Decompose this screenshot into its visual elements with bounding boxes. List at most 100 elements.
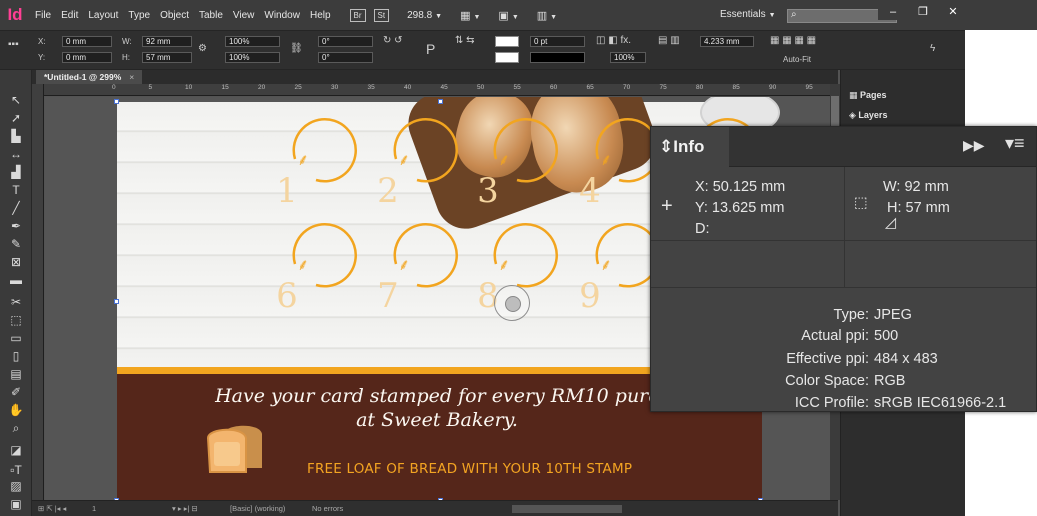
lightning-icon[interactable]: ϟ bbox=[930, 43, 935, 54]
type-label: Type: bbox=[833, 307, 869, 323]
info-d: D: bbox=[695, 221, 710, 237]
bridge-button[interactable]: Br bbox=[349, 8, 366, 22]
constrain-proportions-icon[interactable]: ⚙ bbox=[198, 43, 207, 54]
rotate-icon[interactable]: ↻ ↺ bbox=[383, 35, 403, 46]
menu-type[interactable]: Type bbox=[123, 10, 155, 21]
stroke-weight-field[interactable]: 0 pt bbox=[530, 36, 585, 47]
scale-y-field[interactable]: 100% bbox=[225, 52, 280, 63]
scale-x-field[interactable]: 100% bbox=[225, 36, 280, 47]
type-tool-icon[interactable]: T bbox=[6, 182, 26, 198]
ruler-number: 90 bbox=[769, 84, 777, 91]
paragraph-icon[interactable]: P bbox=[426, 41, 435, 57]
reference-point-icon[interactable]: ▪▪▪ bbox=[8, 39, 19, 50]
auto-fit-label[interactable]: Auto-Fit bbox=[783, 55, 811, 64]
menu-edit[interactable]: Edit bbox=[56, 10, 83, 21]
view-options-icon[interactable]: ▦ ▼ bbox=[460, 9, 480, 22]
gap-field[interactable]: 4.233 mm bbox=[700, 36, 754, 47]
menu-layout[interactable]: Layout bbox=[83, 10, 123, 21]
distribute-icon[interactable]: ▦ ▦ ▦ ▦ bbox=[770, 35, 816, 46]
selection-tool-icon[interactable]: ↖ bbox=[6, 92, 26, 108]
gradient-swatch-tool-icon[interactable]: ▭ bbox=[6, 330, 26, 346]
arrange-documents-icon[interactable]: ▥ ▼ bbox=[537, 9, 557, 22]
horizontal-scrollbar[interactable] bbox=[512, 505, 622, 513]
chevron-down-icon: ▼ bbox=[435, 12, 443, 20]
preflight-status[interactable]: No errors bbox=[312, 504, 343, 513]
minimize-button[interactable]: – bbox=[878, 4, 908, 20]
menu-view[interactable]: View bbox=[228, 10, 260, 21]
gap-tool-icon[interactable]: ↔ bbox=[6, 146, 26, 162]
actual-ppi-label: Actual ppi: bbox=[801, 328, 869, 344]
info-divider bbox=[651, 240, 1036, 241]
document-tab[interactable]: *Untitled-1 @ 299% × bbox=[36, 70, 143, 84]
scissors-tool-icon[interactable]: ✂ bbox=[6, 294, 26, 310]
wheat-icon: ⸙ bbox=[600, 150, 612, 169]
zoom-level[interactable]: 298.8 ▼ bbox=[407, 10, 442, 21]
direct-selection-tool-icon[interactable]: ➚ bbox=[6, 110, 26, 126]
expand-panel-icon[interactable]: ▶▶ bbox=[963, 137, 985, 154]
horizontal-ruler[interactable]: 0510152025303540455055606570758085909510… bbox=[44, 84, 830, 96]
effects-icon[interactable]: ◫ ◧ fx. bbox=[596, 35, 631, 46]
w-field[interactable]: 92 mm bbox=[142, 36, 192, 47]
info-panel-header: ⇕Info ▶▶ ▾≡ bbox=[651, 127, 1036, 167]
content-collector-icon[interactable]: ▟ bbox=[6, 164, 26, 180]
stroke-type-select[interactable] bbox=[530, 52, 585, 63]
apply-none-icon[interactable]: ▨ bbox=[6, 478, 26, 494]
stroke-swatch[interactable] bbox=[495, 52, 519, 63]
close-tab-icon[interactable]: × bbox=[129, 72, 134, 82]
menu-object[interactable]: Object bbox=[155, 10, 194, 21]
selection-handle[interactable] bbox=[114, 99, 119, 104]
pencil-tool-icon[interactable]: ✎ bbox=[6, 236, 26, 252]
content-grabber-icon[interactable] bbox=[494, 285, 530, 321]
shear-field[interactable]: 0° bbox=[318, 52, 373, 63]
page-tool-icon[interactable]: ▙ bbox=[6, 128, 26, 144]
info-tab[interactable]: ⇕Info bbox=[651, 127, 729, 167]
close-button[interactable]: ✕ bbox=[938, 4, 968, 20]
gradient-feather-tool-icon[interactable]: ▯ bbox=[6, 348, 26, 364]
link-icon[interactable]: ⛓ bbox=[290, 43, 303, 54]
stock-button[interactable]: St bbox=[373, 8, 390, 22]
info-x: X: 50.125 mm bbox=[695, 179, 786, 195]
menu-help[interactable]: Help bbox=[305, 10, 336, 21]
menu-window[interactable]: Window bbox=[259, 10, 305, 21]
wheat-icon: ⸙ bbox=[498, 150, 510, 169]
fill-swatch[interactable] bbox=[495, 36, 519, 47]
selection-handle[interactable] bbox=[114, 299, 119, 304]
screen-mode-icon[interactable]: ▣ ▼ bbox=[498, 9, 518, 22]
free-transform-tool-icon[interactable]: ⬚ bbox=[6, 312, 26, 328]
selection-handle[interactable] bbox=[438, 99, 443, 104]
rectangle-tool-icon[interactable]: ▬ bbox=[6, 272, 26, 288]
rotate-field[interactable]: 0° bbox=[318, 36, 373, 47]
y-field[interactable]: 0 mm bbox=[62, 52, 112, 63]
panel-menu-icon[interactable]: ▾≡ bbox=[1005, 133, 1025, 154]
info-panel[interactable]: ⇕Info ▶▶ ▾≡ + X: 50.125 mm Y: 13.625 mm … bbox=[650, 126, 1037, 412]
pages-panel-tab[interactable]: ▦ Pages bbox=[849, 90, 887, 101]
screen-mode-tool-icon[interactable]: ▣ bbox=[6, 496, 26, 512]
formatting-affects-icon[interactable]: ▫T bbox=[6, 462, 26, 478]
pen-tool-icon[interactable]: ✒ bbox=[6, 218, 26, 234]
note-tool-icon[interactable]: ▤ bbox=[6, 366, 26, 382]
restore-button[interactable]: ❐ bbox=[908, 4, 938, 20]
eyedropper-tool-icon[interactable]: ✐ bbox=[6, 384, 26, 400]
ruler-number: 5 bbox=[148, 84, 153, 91]
workspace-switcher[interactable]: Essentials ▼ bbox=[720, 9, 776, 20]
line-tool-icon[interactable]: ╱ bbox=[6, 200, 26, 216]
stamp-slot: ⸙6 bbox=[276, 223, 357, 316]
h-field[interactable]: 57 mm bbox=[142, 52, 192, 63]
menu-file[interactable]: File bbox=[30, 10, 56, 21]
opacity-field[interactable]: 100% bbox=[610, 52, 646, 63]
layers-panel-tab[interactable]: ◈ Layers bbox=[849, 110, 887, 121]
flip-icon[interactable]: ⇅ ⇆ bbox=[455, 35, 475, 46]
vertical-ruler[interactable] bbox=[32, 84, 44, 500]
menu-table[interactable]: Table bbox=[194, 10, 228, 21]
page-number[interactable]: 1 bbox=[92, 504, 96, 513]
page-nav-icon[interactable]: ⊞ ⇱ |◂ ◂ bbox=[38, 504, 66, 513]
page-nav-forward-icon[interactable]: ▾ ▸ ▸| ⊟ bbox=[172, 504, 198, 513]
rectangle-frame-tool-icon[interactable]: ⊠ bbox=[6, 254, 26, 270]
fill-stroke-icon[interactable]: ◪ bbox=[6, 442, 26, 458]
crosshair-icon: + bbox=[661, 195, 673, 217]
zoom-tool-icon[interactable]: ⌕ bbox=[6, 420, 26, 436]
align-icon[interactable]: ▤ ▥ bbox=[658, 35, 680, 46]
x-field[interactable]: 0 mm bbox=[62, 36, 112, 47]
hand-tool-icon[interactable]: ✋ bbox=[6, 402, 26, 418]
style-status[interactable]: [Basic] (working) bbox=[230, 504, 285, 513]
